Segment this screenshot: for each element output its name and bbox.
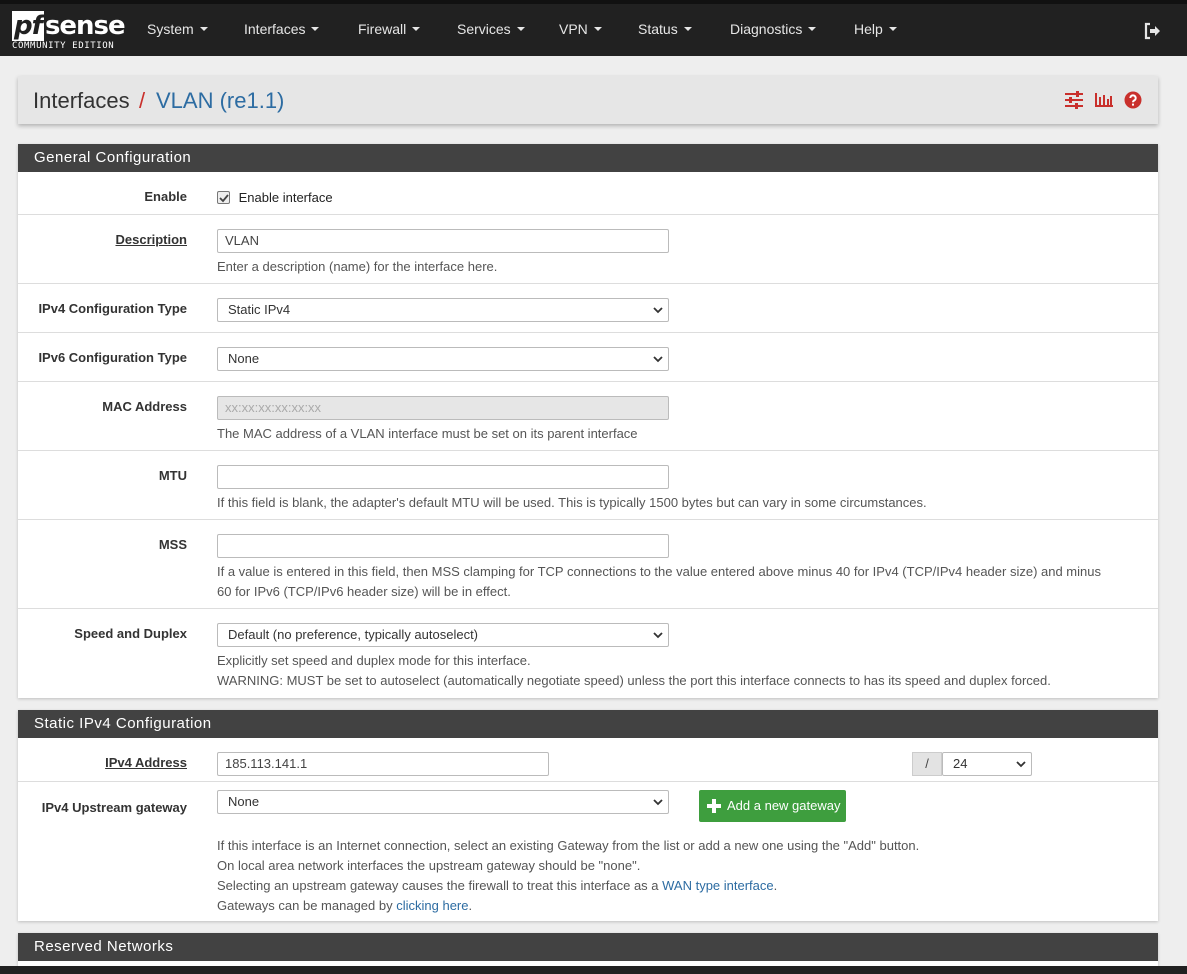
breadcrumb-separator: / <box>139 88 146 113</box>
speed-duplex-row: Speed and Duplex Default (no preference,… <box>18 609 1158 698</box>
caret-down-icon <box>593 27 602 31</box>
speed-duplex-select[interactable]: Default (no preference, typically autose… <box>217 623 669 647</box>
gateway-help-line4: Gateways can be managed by clicking here… <box>217 898 473 913</box>
ipv4-type-label: IPv4 Configuration Type <box>38 301 187 316</box>
speed-duplex-help-line2: WARNING: MUST be set to autoselect (auto… <box>217 673 1051 688</box>
gateway-help-line2: On local area network interfaces the ups… <box>217 858 641 873</box>
nav-status[interactable]: Status <box>638 21 692 37</box>
caret-down-icon <box>808 27 817 31</box>
mac-label: MAC Address <box>102 399 187 414</box>
ipv4-gateway-select[interactable]: None <box>217 790 669 814</box>
nav-system[interactable]: System <box>147 21 208 37</box>
logo-pf: pf <box>12 11 44 41</box>
mss-label: MSS <box>158 537 187 552</box>
mac-input: xx:xx:xx:xx:xx:xx <box>217 396 669 420</box>
enable-checkbox-wrap[interactable]: Enable interface <box>217 190 333 205</box>
enable-checkbox-label[interactable]: Enable interface <box>239 190 333 205</box>
chevron-down-icon <box>653 356 663 363</box>
wan-type-interface-link[interactable]: WAN type interface <box>662 878 774 893</box>
panel-title: Reserved Networks <box>18 933 1158 961</box>
logout-icon[interactable] <box>1143 22 1161 40</box>
description-label[interactable]: Description <box>18 232 187 247</box>
mtu-label: MTU <box>158 468 187 483</box>
cidr-slash: / <box>912 752 942 776</box>
mss-help-line2: 60 for IPv6 (TCP/IPv6 header size) will … <box>217 584 511 599</box>
ipv6-type-row: IPv6 Configuration Type None <box>18 333 1158 382</box>
logo-sense: sense <box>44 11 126 41</box>
enable-row: Enable Enable interface <box>18 172 1158 215</box>
nav-firewall[interactable]: Firewall <box>358 21 421 37</box>
chevron-down-icon <box>653 307 663 314</box>
ipv4-type-select[interactable]: Static IPv4 <box>217 298 669 322</box>
static-ipv4-panel: Static IPv4 Configuration IPv4 Address 1… <box>18 710 1158 921</box>
chevron-down-icon <box>1016 761 1026 768</box>
breadcrumb: Interfaces / VLAN (re1.1) <box>18 76 1158 124</box>
mtu-input[interactable] <box>217 465 669 489</box>
ipv4-address-input[interactable]: 185.113.141.1 <box>217 752 549 776</box>
caret-down-icon <box>412 27 421 31</box>
sliders-icon[interactable] <box>1064 91 1084 109</box>
cidr-select[interactable]: 24 <box>942 752 1032 776</box>
breadcrumb-page[interactable]: VLAN (re1.1) <box>156 88 284 114</box>
add-gateway-button[interactable]: Add a new gateway <box>699 790 847 822</box>
speed-duplex-label: Speed and Duplex <box>74 626 187 641</box>
logo-edition: COMMUNITY EDITION <box>12 41 115 51</box>
ipv6-type-select[interactable]: None <box>217 347 669 371</box>
mss-help-line1: If a value is entered in this field, the… <box>217 564 1101 579</box>
bottom-bar <box>0 966 1187 974</box>
mss-input[interactable] <box>217 534 669 558</box>
chevron-down-icon <box>653 799 663 806</box>
mtu-help: If this field is blank, the adapter's de… <box>217 495 927 510</box>
nav-services[interactable]: Services <box>457 21 525 37</box>
nav-diagnostics[interactable]: Diagnostics <box>730 21 817 37</box>
help-icon[interactable] <box>1124 91 1142 109</box>
speed-duplex-help-line1: Explicitly set speed and duplex mode for… <box>217 653 531 668</box>
general-configuration-panel: General Configuration Enable Enable inte… <box>18 144 1158 698</box>
plus-icon <box>707 799 721 813</box>
description-row: Description VLAN Enter a description (na… <box>18 215 1158 284</box>
mac-row: MAC Address xx:xx:xx:xx:xx:xx The MAC ad… <box>18 382 1158 451</box>
gateway-help-line1: If this interface is an Internet connect… <box>217 838 920 853</box>
nav-help[interactable]: Help <box>854 21 897 37</box>
nav-interfaces[interactable]: Interfaces <box>244 21 320 37</box>
ipv4-address-row: IPv4 Address 185.113.141.1 / 24 <box>18 738 1158 782</box>
caret-down-icon <box>311 27 320 31</box>
enable-checkbox[interactable] <box>217 191 230 204</box>
mtu-row: MTU If this field is blank, the adapter'… <box>18 451 1158 520</box>
ipv4-gateway-row: IPv4 Upstream gateway None Add a new gat… <box>18 782 1158 921</box>
mac-help: The MAC address of a VLAN interface must… <box>217 426 638 441</box>
panel-title: General Configuration <box>18 144 1158 172</box>
panel-title: Static IPv4 Configuration <box>18 710 1158 738</box>
gateway-help-line3: Selecting an upstream gateway causes the… <box>217 878 778 893</box>
caret-down-icon <box>888 27 897 31</box>
ipv4-gateway-label: IPv4 Upstream gateway <box>41 800 187 815</box>
caret-down-icon <box>516 27 525 31</box>
caret-down-icon <box>683 27 692 31</box>
reserved-networks-panel: Reserved Networks <box>18 933 1158 966</box>
nav-vpn[interactable]: VPN <box>559 21 602 37</box>
caret-down-icon <box>199 27 208 31</box>
top-navbar: pf sense COMMUNITY EDITION System Interfa… <box>0 0 1187 56</box>
chevron-down-icon <box>653 632 663 639</box>
mss-row: MSS If a value is entered in this field,… <box>18 520 1158 609</box>
breadcrumb-section[interactable]: Interfaces <box>33 88 130 114</box>
ipv4-type-row: IPv4 Configuration Type Static IPv4 <box>18 284 1158 333</box>
ipv4-address-label[interactable]: IPv4 Address <box>18 755 187 770</box>
description-help: Enter a description (name) for the inter… <box>217 259 498 274</box>
description-input[interactable]: VLAN <box>217 229 669 253</box>
bar-chart-icon[interactable] <box>1094 91 1114 109</box>
enable-label: Enable <box>144 189 187 204</box>
ipv6-type-label: IPv6 Configuration Type <box>38 350 187 365</box>
pfsense-logo[interactable]: pf sense COMMUNITY EDITION <box>12 11 126 53</box>
gateways-clicking-here-link[interactable]: clicking here <box>396 898 468 913</box>
